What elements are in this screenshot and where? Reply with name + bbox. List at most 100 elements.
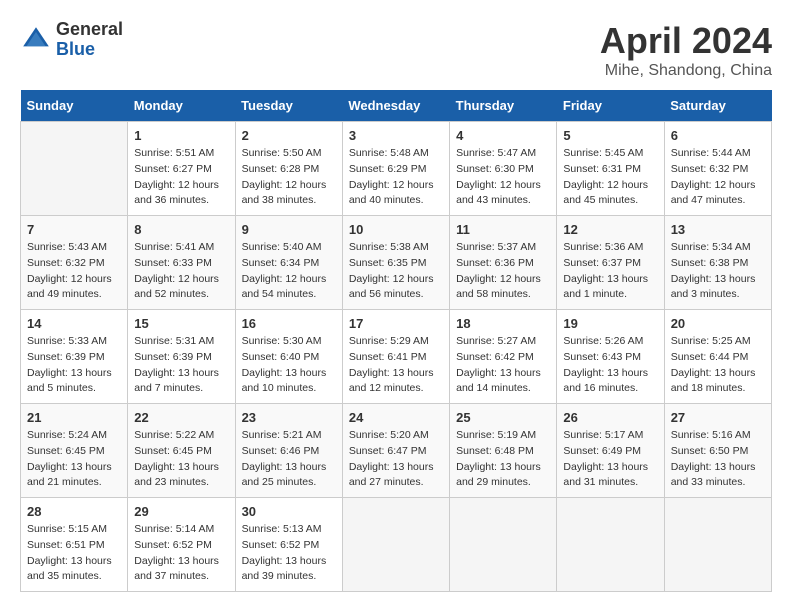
logo-icon: [20, 24, 52, 56]
day-info: Sunrise: 5:17 AM Sunset: 6:49 PM Dayligh…: [563, 428, 657, 491]
day-info: Sunrise: 5:27 AM Sunset: 6:42 PM Dayligh…: [456, 334, 550, 397]
day-info: Sunrise: 5:38 AM Sunset: 6:35 PM Dayligh…: [349, 240, 443, 303]
day-info: Sunrise: 5:26 AM Sunset: 6:43 PM Dayligh…: [563, 334, 657, 397]
day-number: 14: [27, 316, 121, 331]
day-info: Sunrise: 5:14 AM Sunset: 6:52 PM Dayligh…: [134, 522, 228, 585]
day-number: 1: [134, 128, 228, 143]
calendar-cell: 23Sunrise: 5:21 AM Sunset: 6:46 PM Dayli…: [235, 404, 342, 498]
day-info: Sunrise: 5:48 AM Sunset: 6:29 PM Dayligh…: [349, 146, 443, 209]
calendar-cell: 12Sunrise: 5:36 AM Sunset: 6:37 PM Dayli…: [557, 216, 664, 310]
day-number: 10: [349, 222, 443, 237]
page-header: General Blue April 2024 Mihe, Shandong, …: [20, 20, 772, 80]
day-number: 15: [134, 316, 228, 331]
day-number: 22: [134, 410, 228, 425]
calendar-cell: 11Sunrise: 5:37 AM Sunset: 6:36 PM Dayli…: [450, 216, 557, 310]
day-number: 3: [349, 128, 443, 143]
logo-blue: Blue: [56, 40, 123, 60]
week-row: 1 Sunrise: 5:51 AM Sunset: 6:27 PM Daylig…: [21, 122, 772, 216]
calendar-cell: 21 Sunrise: 5:24 AM Sunset: 6:45 PM Dayli…: [21, 404, 128, 498]
day-info: Sunrise: 5:24 AM Sunset: 6:45 PM Dayligh…: [27, 428, 121, 491]
day-number: 18: [456, 316, 550, 331]
day-number: 26: [563, 410, 657, 425]
calendar-cell: [450, 498, 557, 592]
weekday-header-row: SundayMondayTuesdayWednesdayThursdayFrid…: [21, 90, 772, 122]
day-number: 19: [563, 316, 657, 331]
day-info: Sunrise: 5:20 AM Sunset: 6:47 PM Dayligh…: [349, 428, 443, 491]
logo-text: General Blue: [56, 20, 123, 60]
day-info: Sunrise: 5:41 AM Sunset: 6:33 PM Dayligh…: [134, 240, 228, 303]
day-number: 4: [456, 128, 550, 143]
day-info: Sunrise: 5:44 AM Sunset: 6:32 PM Dayligh…: [671, 146, 765, 209]
calendar-cell: 9Sunrise: 5:40 AM Sunset: 6:34 PM Daylig…: [235, 216, 342, 310]
day-number: 16: [242, 316, 336, 331]
calendar-cell: 19 Sunrise: 5:26 AM Sunset: 6:43 PM Dayli…: [557, 310, 664, 404]
weekday-header: Sunday: [21, 90, 128, 122]
day-info: Sunrise: 5:50 AM Sunset: 6:28 PM Dayligh…: [242, 146, 336, 209]
calendar-table: SundayMondayTuesdayWednesdayThursdayFrid…: [20, 90, 772, 592]
calendar-cell: [342, 498, 449, 592]
calendar-cell: 25 Sunrise: 5:19 AM Sunset: 6:48 PM Dayli…: [450, 404, 557, 498]
day-number: 7: [27, 222, 121, 237]
day-info: Sunrise: 5:43 AM Sunset: 6:32 PM Dayligh…: [27, 240, 121, 303]
day-info: Sunrise: 5:19 AM Sunset: 6:48 PM Dayligh…: [456, 428, 550, 491]
day-info: Sunrise: 5:33 AM Sunset: 6:39 PM Dayligh…: [27, 334, 121, 397]
calendar-cell: 10 Sunrise: 5:38 AM Sunset: 6:35 PM Dayli…: [342, 216, 449, 310]
calendar-cell: 1 Sunrise: 5:51 AM Sunset: 6:27 PM Daylig…: [128, 122, 235, 216]
day-number: 2: [242, 128, 336, 143]
day-number: 23: [242, 410, 336, 425]
day-info: Sunrise: 5:37 AM Sunset: 6:36 PM Dayligh…: [456, 240, 550, 303]
calendar-cell: 26 Sunrise: 5:17 AM Sunset: 6:49 PM Dayli…: [557, 404, 664, 498]
day-number: 27: [671, 410, 765, 425]
day-number: 24: [349, 410, 443, 425]
day-info: Sunrise: 5:51 AM Sunset: 6:27 PM Dayligh…: [134, 146, 228, 209]
day-number: 5: [563, 128, 657, 143]
day-info: Sunrise: 5:31 AM Sunset: 6:39 PM Dayligh…: [134, 334, 228, 397]
day-number: 21: [27, 410, 121, 425]
week-row: 14 Sunrise: 5:33 AM Sunset: 6:39 PM Dayli…: [21, 310, 772, 404]
calendar-cell: 24 Sunrise: 5:20 AM Sunset: 6:47 PM Dayli…: [342, 404, 449, 498]
calendar-cell: 8 Sunrise: 5:41 AM Sunset: 6:33 PM Daylig…: [128, 216, 235, 310]
week-row: 21 Sunrise: 5:24 AM Sunset: 6:45 PM Dayli…: [21, 404, 772, 498]
day-info: Sunrise: 5:25 AM Sunset: 6:44 PM Dayligh…: [671, 334, 765, 397]
calendar-cell: 22 Sunrise: 5:22 AM Sunset: 6:45 PM Dayli…: [128, 404, 235, 498]
day-info: Sunrise: 5:13 AM Sunset: 6:52 PM Dayligh…: [242, 522, 336, 585]
logo: General Blue: [20, 20, 123, 60]
calendar-cell: 16 Sunrise: 5:30 AM Sunset: 6:40 PM Dayli…: [235, 310, 342, 404]
calendar-cell: [557, 498, 664, 592]
weekday-header: Monday: [128, 90, 235, 122]
calendar-cell: 6 Sunrise: 5:44 AM Sunset: 6:32 PM Daylig…: [664, 122, 771, 216]
day-info: Sunrise: 5:22 AM Sunset: 6:45 PM Dayligh…: [134, 428, 228, 491]
calendar-cell: 4Sunrise: 5:47 AM Sunset: 6:30 PM Daylig…: [450, 122, 557, 216]
title-section: April 2024 Mihe, Shandong, China: [600, 20, 772, 80]
day-number: 6: [671, 128, 765, 143]
calendar-cell: 29Sunrise: 5:14 AM Sunset: 6:52 PM Dayli…: [128, 498, 235, 592]
weekday-header: Thursday: [450, 90, 557, 122]
day-info: Sunrise: 5:16 AM Sunset: 6:50 PM Dayligh…: [671, 428, 765, 491]
calendar-cell: 15 Sunrise: 5:31 AM Sunset: 6:39 PM Dayli…: [128, 310, 235, 404]
calendar-cell: 28Sunrise: 5:15 AM Sunset: 6:51 PM Dayli…: [21, 498, 128, 592]
day-info: Sunrise: 5:34 AM Sunset: 6:38 PM Dayligh…: [671, 240, 765, 303]
day-number: 8: [134, 222, 228, 237]
calendar-cell: 5 Sunrise: 5:45 AM Sunset: 6:31 PM Daylig…: [557, 122, 664, 216]
day-info: Sunrise: 5:29 AM Sunset: 6:41 PM Dayligh…: [349, 334, 443, 397]
day-number: 13: [671, 222, 765, 237]
week-row: 28Sunrise: 5:15 AM Sunset: 6:51 PM Dayli…: [21, 498, 772, 592]
weekday-header: Saturday: [664, 90, 771, 122]
calendar-cell: 7 Sunrise: 5:43 AM Sunset: 6:32 PM Daylig…: [21, 216, 128, 310]
day-info: Sunrise: 5:45 AM Sunset: 6:31 PM Dayligh…: [563, 146, 657, 209]
calendar-cell: [664, 498, 771, 592]
logo-general: General: [56, 20, 123, 40]
weekday-header: Tuesday: [235, 90, 342, 122]
weekday-header: Wednesday: [342, 90, 449, 122]
calendar-cell: 13 Sunrise: 5:34 AM Sunset: 6:38 PM Dayli…: [664, 216, 771, 310]
day-number: 28: [27, 504, 121, 519]
day-info: Sunrise: 5:40 AM Sunset: 6:34 PM Dayligh…: [242, 240, 336, 303]
calendar-cell: 17 Sunrise: 5:29 AM Sunset: 6:41 PM Dayli…: [342, 310, 449, 404]
calendar-cell: 2 Sunrise: 5:50 AM Sunset: 6:28 PM Daylig…: [235, 122, 342, 216]
day-number: 30: [242, 504, 336, 519]
day-number: 17: [349, 316, 443, 331]
calendar-cell: 18 Sunrise: 5:27 AM Sunset: 6:42 PM Dayli…: [450, 310, 557, 404]
day-info: Sunrise: 5:36 AM Sunset: 6:37 PM Dayligh…: [563, 240, 657, 303]
day-info: Sunrise: 5:30 AM Sunset: 6:40 PM Dayligh…: [242, 334, 336, 397]
day-number: 25: [456, 410, 550, 425]
